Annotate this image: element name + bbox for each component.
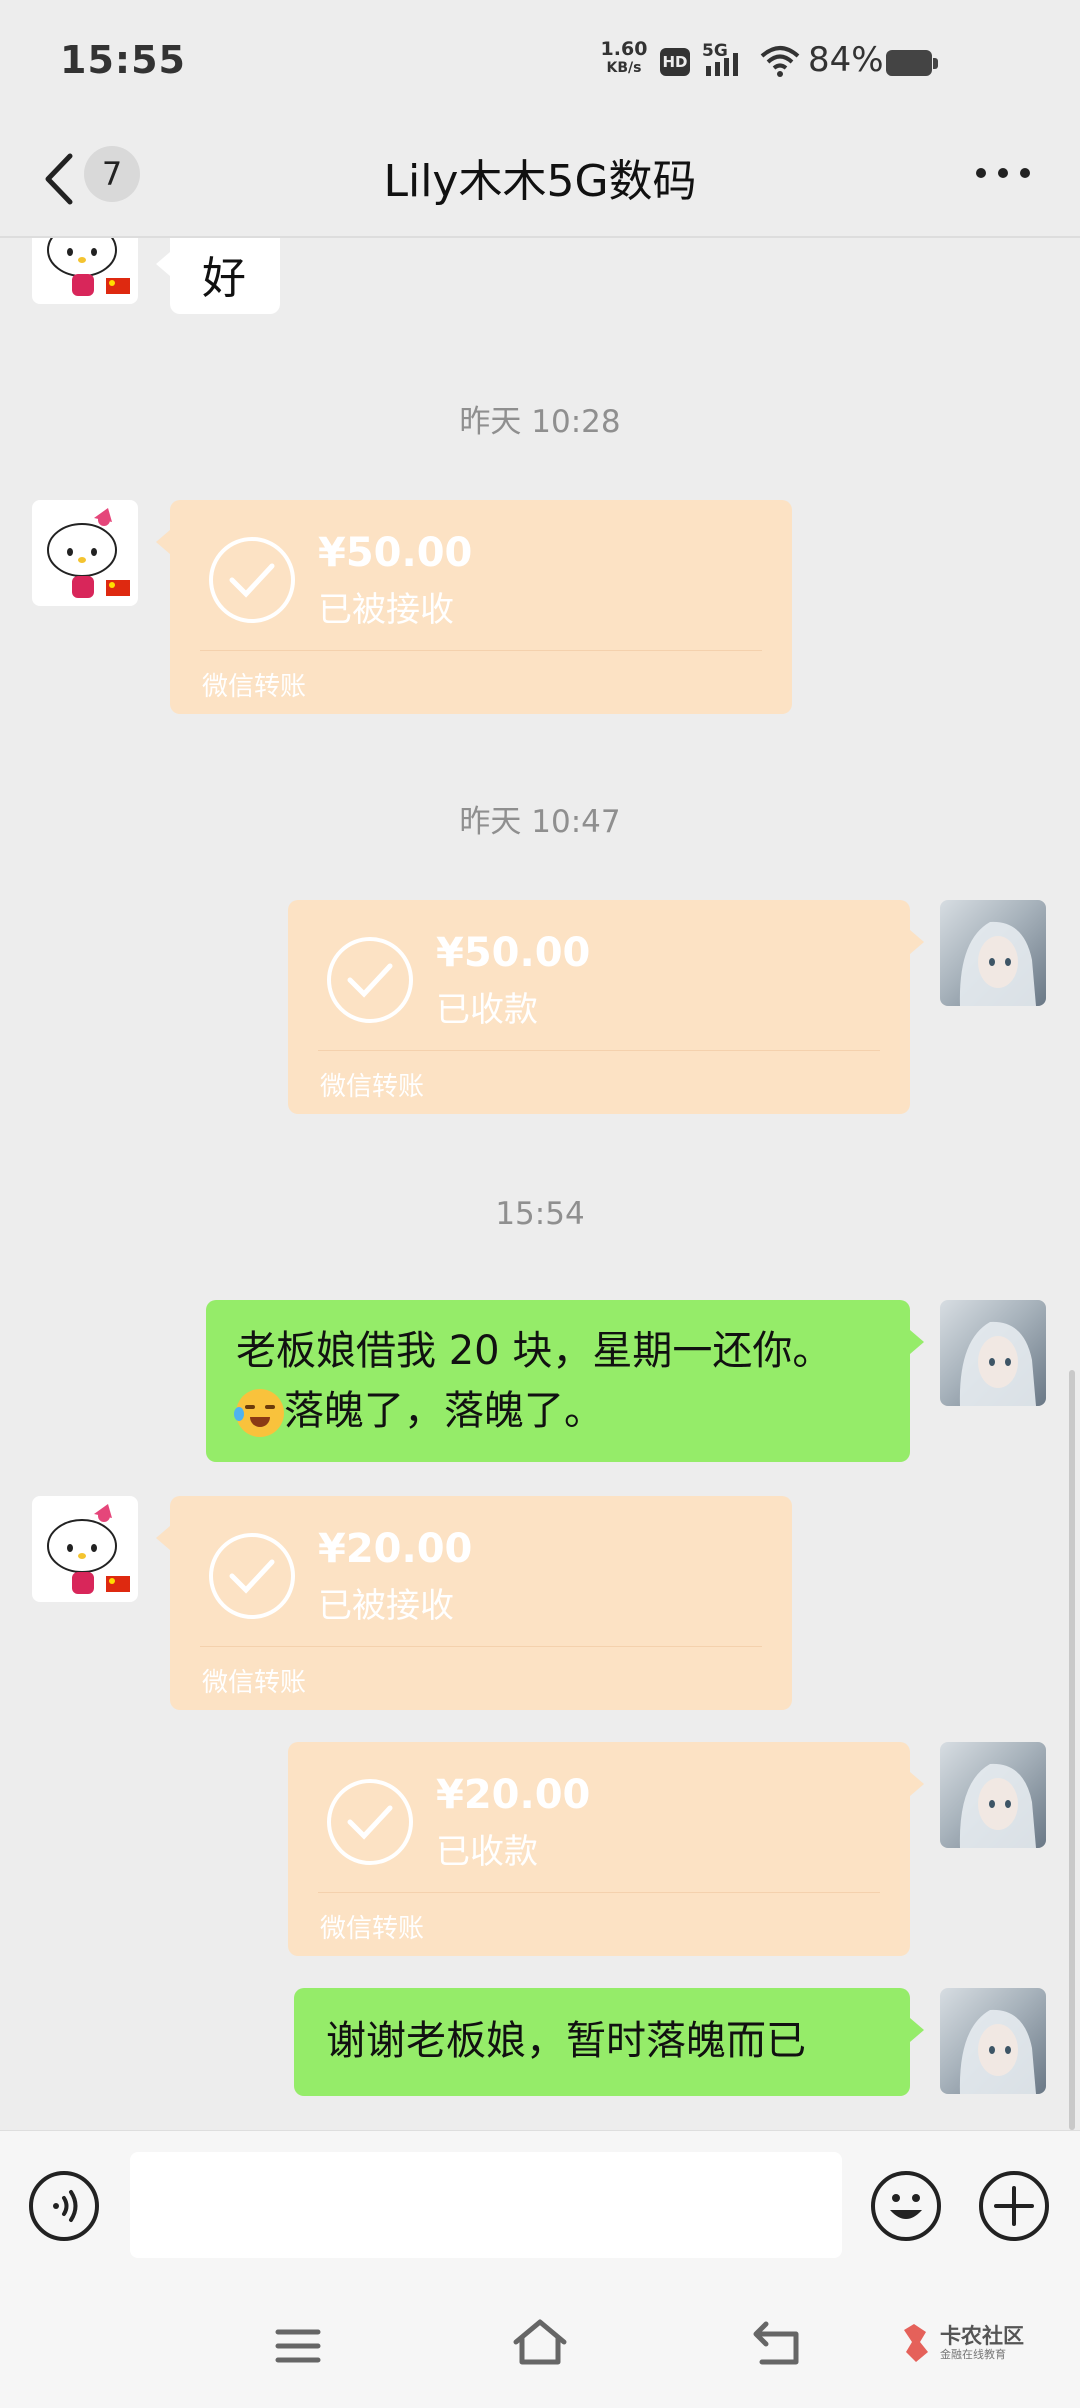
chat-scroll-area[interactable]: 好 昨天 10:28 ¥50.00 已被接收 微信转账 昨天 10:47 ¥50…	[0, 238, 1080, 2130]
transfer-amount: ¥20.00	[436, 1772, 591, 1818]
kitty-avatar-image	[47, 508, 130, 598]
crying-laughing-emoji-icon	[234, 1389, 284, 1437]
message-bubble-received[interactable]: 好	[170, 238, 280, 314]
transfer-card-received[interactable]: ¥20.00 已被接收 微信转账	[170, 1496, 792, 1710]
watermark-subtitle: 金融在线教育	[940, 2348, 1006, 2361]
bubble-tail	[156, 252, 170, 276]
cell-signal-icon: 5G	[702, 41, 738, 76]
transfer-divider	[200, 650, 762, 651]
transfer-divider	[318, 1892, 880, 1893]
more-dots-icon[interactable]	[976, 168, 1030, 182]
back-icon[interactable]	[752, 2320, 806, 2368]
network-speed-value: 1.60	[600, 38, 648, 60]
transfer-divider	[318, 1050, 880, 1051]
message-timestamp: 15:54	[495, 1196, 585, 1232]
anime-girl-avatar-image	[959, 2009, 1036, 2094]
battery-icon	[886, 50, 932, 76]
hd-badge: HD	[660, 48, 690, 76]
my-avatar[interactable]	[940, 900, 1046, 1006]
network-speed-unit: KB/s	[606, 60, 642, 76]
battery-cap	[933, 58, 938, 69]
wifi-icon	[760, 46, 800, 77]
status-time: 15:55	[60, 38, 186, 82]
bubble-tail	[910, 930, 924, 954]
check-circle-icon	[327, 937, 413, 1023]
transfer-label: 微信转账	[202, 672, 307, 702]
transfer-card-sent[interactable]: ¥50.00 已收款 微信转账	[288, 900, 910, 1114]
my-avatar[interactable]	[940, 1988, 1046, 2094]
bubble-tail	[910, 1330, 924, 1354]
message-bubble-sent[interactable]: 谢谢老板娘，暂时落魄而已	[294, 1988, 910, 2096]
check-circle-icon	[327, 1779, 413, 1865]
message-text-line2-wrap: 落魄了，落魄了。	[234, 1382, 604, 1440]
kitty-avatar-image	[47, 238, 130, 296]
voice-icon[interactable]	[28, 2170, 100, 2242]
anime-girl-avatar-image	[959, 921, 1036, 1006]
anime-girl-avatar-image	[959, 1321, 1036, 1406]
transfer-label: 微信转账	[202, 1668, 307, 1698]
transfer-status: 已被接收	[318, 1586, 454, 1626]
transfer-card-received[interactable]: ¥50.00 已被接收 微信转账	[170, 500, 792, 714]
home-icon[interactable]	[510, 2316, 570, 2368]
network-speed: 1.60 KB/s	[600, 40, 648, 78]
plus-icon[interactable]	[978, 2170, 1050, 2242]
transfer-amount: ¥20.00	[318, 1526, 473, 1572]
bubble-tail	[156, 530, 170, 554]
menu-icon[interactable]	[274, 2326, 322, 2366]
transfer-amount: ¥50.00	[436, 930, 591, 976]
message-text: 好	[202, 253, 246, 304]
chat-scrollbar[interactable]	[1069, 1370, 1075, 2130]
transfer-status: 已被接收	[318, 590, 454, 630]
transfer-card-sent[interactable]: ¥20.00 已收款 微信转账	[288, 1742, 910, 1956]
chat-title: Lily木木5G数码	[383, 156, 697, 207]
transfer-status: 已收款	[436, 1832, 538, 1872]
transfer-status: 已收款	[436, 990, 538, 1030]
message-text-line2: 落魄了，落魄了。	[284, 1388, 604, 1434]
message-text: 谢谢老板娘，暂时落魄而已	[326, 2018, 806, 2064]
check-circle-icon	[209, 1533, 295, 1619]
bubble-tail	[910, 2018, 924, 2042]
message-timestamp: 昨天 10:47	[459, 804, 621, 840]
battery-percent: 84%	[808, 40, 884, 80]
transfer-label: 微信转账	[320, 1914, 425, 1944]
my-avatar[interactable]	[940, 1300, 1046, 1406]
bubble-tail	[910, 1772, 924, 1796]
contact-avatar[interactable]	[32, 238, 138, 304]
contact-avatar[interactable]	[32, 1496, 138, 1602]
anime-girl-avatar-image	[959, 1763, 1036, 1848]
transfer-divider	[200, 1646, 762, 1647]
emoji-icon[interactable]	[870, 2170, 942, 2242]
my-avatar[interactable]	[940, 1742, 1046, 1848]
message-input[interactable]	[130, 2152, 842, 2258]
contact-avatar[interactable]	[32, 500, 138, 606]
message-bubble-sent[interactable]: 老板娘借我 20 块，星期一还你。 落魄了，落魄了。	[206, 1300, 910, 1462]
kitty-avatar-image	[47, 1504, 130, 1594]
transfer-label: 微信转账	[320, 1072, 425, 1102]
network-type-label: 5G	[702, 41, 728, 61]
message-text-line1: 老板娘借我 20 块，星期一还你。	[236, 1328, 833, 1374]
check-circle-icon	[209, 537, 295, 623]
bubble-tail	[156, 1526, 170, 1550]
message-timestamp: 昨天 10:28	[459, 404, 621, 440]
transfer-amount: ¥50.00	[318, 530, 473, 576]
